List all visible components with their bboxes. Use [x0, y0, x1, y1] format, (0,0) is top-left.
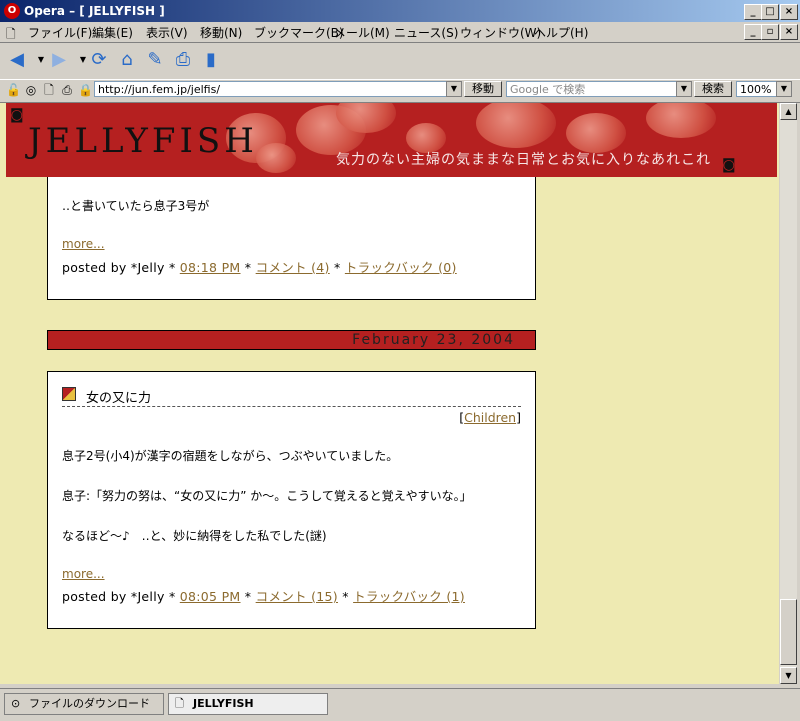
jellyfish-decoration	[646, 103, 716, 138]
search-input[interactable]: Google で検索	[506, 81, 692, 97]
trackback-link[interactable]: トラックバック (0)	[345, 260, 457, 275]
more-link[interactable]: more...	[62, 237, 105, 251]
jellyfish-decoration	[256, 143, 296, 173]
spiral-icon: ◙	[722, 157, 736, 173]
vertical-scrollbar[interactable]: ▲ ▼	[779, 103, 797, 684]
forward-icon[interactable]: ▶	[48, 49, 70, 71]
jellyfish-decoration	[476, 103, 556, 148]
entry-card	[47, 177, 536, 300]
menu-navigate[interactable]: 移動(N)	[200, 24, 242, 41]
meta-separator: *	[244, 589, 252, 604]
more-link[interactable]: more...	[62, 567, 105, 581]
minimize-button[interactable]: _	[744, 4, 762, 20]
menu-window[interactable]: ウィンドウ(W)	[460, 24, 541, 41]
address-bar: 🔓 ◎ 🗋 ⎙ 🔒 http://jun.fem.jp/jelfis/ ▼ 移動…	[0, 80, 800, 103]
close-button[interactable]: ×	[780, 4, 798, 20]
meta-separator: *	[244, 260, 252, 275]
entry-body-line: なるほど～♪ ‥と、妙に納得をした私でした(謎)	[62, 529, 327, 543]
doc-close-button[interactable]: ×	[780, 24, 798, 40]
page-icon: 🗋	[175, 697, 184, 710]
go-button[interactable]: 移動	[464, 81, 502, 97]
tab-label: ファイルのダウンロード	[29, 697, 150, 710]
tab-jellyfish[interactable]: 🗋 JELLYFISH	[168, 693, 328, 715]
download-icon: ⊙	[11, 697, 21, 710]
doc-minimize-button[interactable]: _	[744, 24, 762, 40]
url-dropdown-icon[interactable]: ▼	[446, 81, 462, 97]
cookie-icon[interactable]: ◎	[24, 83, 38, 97]
posted-by: posted by *Jelly *	[62, 589, 176, 604]
menu-help[interactable]: ヘルプ(H)	[534, 24, 588, 41]
comments-link[interactable]: コメント (15)	[256, 589, 338, 604]
site-banner[interactable]: ◙ JELLYFISH 気力のない主婦の気ままな日常とお気に入りなあれこれ ◙	[6, 103, 777, 177]
print-icon[interactable]: ⎙	[172, 49, 194, 71]
opera-icon: O	[4, 3, 20, 19]
menu-news[interactable]: ニュース(S)	[394, 24, 458, 41]
meta-separator: *	[342, 589, 349, 604]
menu-mail[interactable]: メール(M)	[334, 24, 390, 41]
jellyfish-decoration	[566, 113, 626, 153]
search-button[interactable]: 検索	[694, 81, 732, 97]
spiral-icon: ◙	[10, 107, 24, 123]
posted-by: posted by *Jelly *	[62, 260, 176, 275]
lock-icon[interactable]: 🔒	[78, 83, 93, 97]
page-viewport: ◙ JELLYFISH 気力のない主婦の気ままな日常とお気に入りなあれこれ ◙ …	[0, 103, 779, 684]
entry-body-line: 息子2号(小4)が漢字の宿題をしながら、つぶやいていました。	[62, 449, 399, 463]
entry-meta: posted by *Jelly * 08:05 PM * コメント (15) …	[62, 586, 465, 605]
menu-edit[interactable]: 編集(E)	[92, 24, 133, 41]
menu-bookmarks[interactable]: ブックマーク(B)	[254, 24, 344, 41]
trackback-link[interactable]: トラックバック (1)	[353, 589, 465, 604]
menu-bar: 🗋 ファイル(F) 編集(E) 表示(V) 移動(N) ブックマーク(B) メー…	[0, 22, 800, 43]
tab-bar: ⊙ ファイルのダウンロード 🗋 JELLYFISH	[0, 688, 800, 721]
scroll-up-icon[interactable]: ▲	[780, 103, 797, 120]
doc-restore-button[interactable]: ▫	[761, 24, 779, 40]
meta-separator: *	[334, 260, 341, 275]
date-header: February 23, 2004	[47, 330, 536, 350]
category-link[interactable]: Children	[464, 410, 516, 425]
permalink-time[interactable]: 08:05 PM	[180, 589, 241, 604]
home-icon[interactable]: ⌂	[116, 49, 138, 71]
zoom-dropdown-icon[interactable]: ▼	[776, 81, 792, 97]
category-bracket: ]	[516, 410, 521, 425]
tab-downloads[interactable]: ⊙ ファイルのダウンロード	[4, 693, 164, 715]
site-logo: JELLYFISH	[28, 121, 258, 161]
search-engine-dropdown-icon[interactable]: ▼	[676, 81, 692, 97]
entry-text: ‥と書いていたら息子3号が	[62, 199, 210, 213]
permalink-time[interactable]: 08:18 PM	[180, 260, 241, 275]
entry-title-icon	[62, 387, 76, 401]
title-divider	[62, 406, 521, 407]
scroll-down-icon[interactable]: ▼	[780, 667, 797, 684]
menu-view[interactable]: 表示(V)	[146, 24, 188, 41]
scroll-thumb[interactable]	[780, 599, 797, 665]
url-input[interactable]: http://jun.fem.jp/jelfis/	[94, 81, 462, 97]
new-page-icon[interactable]: 🗋	[42, 83, 56, 97]
entry-meta: posted by *Jelly * 08:18 PM * コメント (4) *…	[62, 257, 457, 276]
entry-title: 女の又に力	[86, 391, 152, 406]
site-tagline: 気力のない主婦の気ままな日常とお気に入りなあれこれ	[336, 152, 711, 168]
title-bar: O Opera – [ JELLYFISH ] _ □ ×	[0, 0, 800, 22]
entry-category: [Children]	[430, 410, 521, 425]
hotlist-icon[interactable]: ✎	[144, 49, 166, 71]
menu-file[interactable]: ファイル(F)	[28, 24, 92, 41]
entry-body-line: 息子:「努力の努は、“女の又に力” か～。こうして覚えると覚えやすいな。」	[62, 489, 472, 503]
comments-link[interactable]: コメント (4)	[256, 260, 330, 275]
reload-icon[interactable]: ⟳	[88, 49, 110, 71]
maximize-button[interactable]: □	[761, 4, 779, 20]
security-icon[interactable]: 🔓	[6, 83, 21, 97]
back-icon[interactable]: ◀	[6, 49, 28, 71]
page-icon[interactable]: ▮	[200, 49, 222, 71]
window-title: Opera – [ JELLYFISH ]	[24, 4, 165, 18]
tab-label: JELLYFISH	[193, 697, 254, 710]
print-preview-icon[interactable]: ⎙	[60, 83, 74, 97]
toolbar: ◀ ▼ ▶ ▼ ⟳ ⌂ ✎ ⎙ ▮	[0, 43, 800, 80]
